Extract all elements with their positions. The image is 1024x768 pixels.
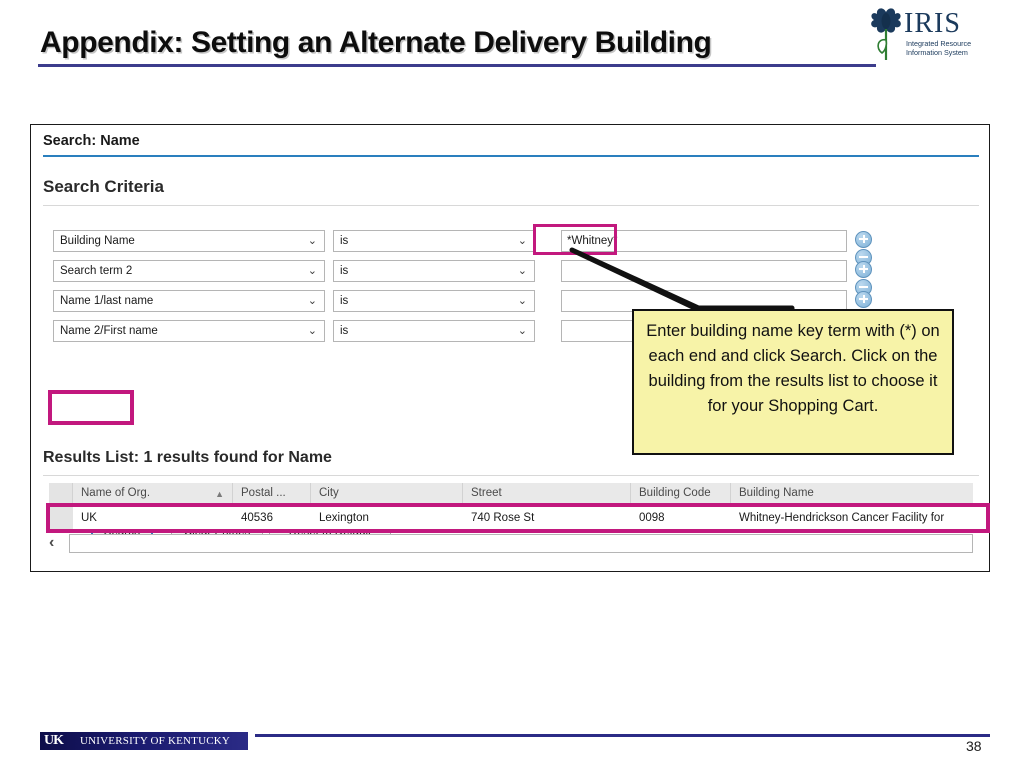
add-row-icon[interactable] bbox=[855, 231, 872, 249]
iris-tagline-line2: Information System bbox=[906, 48, 968, 57]
criteria-operator-label: is bbox=[340, 235, 349, 247]
search-header-divider bbox=[43, 155, 979, 157]
column-header-building-code[interactable]: Building Code bbox=[631, 483, 731, 504]
chevron-down-icon: ⌄ bbox=[517, 235, 527, 247]
criteria-field-label: Name 1/last name bbox=[60, 295, 154, 307]
column-header-street[interactable]: Street bbox=[463, 483, 631, 504]
column-header-postal[interactable]: Postal ... bbox=[233, 483, 311, 504]
criteria-field-select[interactable]: Search term 2 ⌄ bbox=[53, 260, 325, 282]
criteria-operator-select[interactable]: is ⌄ bbox=[333, 320, 535, 342]
iris-tagline-line1: Integrated Resource bbox=[906, 39, 972, 48]
chevron-down-icon: ⌄ bbox=[517, 325, 527, 337]
highlight-box-building-name-value bbox=[533, 224, 617, 255]
criteria-operator-select[interactable]: is ⌄ bbox=[333, 290, 535, 312]
criteria-operator-select[interactable]: is ⌄ bbox=[333, 230, 535, 252]
criteria-operator-label: is bbox=[340, 265, 349, 277]
iris-wordmark: IRIS bbox=[904, 8, 961, 39]
iris-tagline: Integrated Resource Information System bbox=[906, 39, 986, 57]
criteria-operator-select[interactable]: is ⌄ bbox=[333, 260, 535, 282]
footer-divider bbox=[255, 734, 990, 737]
column-header-name-of-org[interactable]: Name of Org. ▲ bbox=[73, 483, 233, 504]
criteria-field-label: Building Name bbox=[60, 235, 135, 247]
chevron-down-icon: ⌄ bbox=[307, 325, 317, 337]
criteria-operator-label: is bbox=[340, 325, 349, 337]
row-selector-header bbox=[49, 483, 73, 504]
criteria-field-select[interactable]: Building Name ⌄ bbox=[53, 230, 325, 252]
criteria-divider bbox=[43, 205, 979, 206]
chevron-down-icon: ⌄ bbox=[307, 295, 317, 307]
iris-logo: IRIS Integrated Resource Information Sys… bbox=[868, 6, 988, 68]
criteria-field-select[interactable]: Name 2/First name ⌄ bbox=[53, 320, 325, 342]
university-of-kentucky-logo: UK UNIVERSITY OF KENTUCKY bbox=[40, 732, 248, 750]
chevron-down-icon: ⌄ bbox=[307, 265, 317, 277]
add-row-icon[interactable] bbox=[855, 291, 872, 309]
criteria-field-label: Search term 2 bbox=[60, 265, 133, 277]
results-list-heading: Results List: 1 results found for Name bbox=[43, 449, 332, 466]
criteria-value-input[interactable] bbox=[561, 260, 847, 282]
chevron-down-icon: ⌄ bbox=[517, 295, 527, 307]
search-criteria-heading: Search Criteria bbox=[43, 177, 164, 196]
iris-flower-icon bbox=[871, 8, 901, 60]
title-underline bbox=[38, 64, 876, 67]
search-panel-header: Search: Name bbox=[43, 133, 140, 149]
column-header-label: Name of Org. bbox=[81, 487, 151, 499]
table-header-row: Name of Org. ▲ Postal ... City Street Bu… bbox=[49, 483, 973, 505]
uk-wordmark: UNIVERSITY OF KENTUCKY bbox=[80, 735, 231, 747]
highlight-box-result-row bbox=[46, 503, 990, 533]
criteria-field-select[interactable]: Name 1/last name ⌄ bbox=[53, 290, 325, 312]
uk-monogram: UK bbox=[44, 733, 64, 748]
criteria-operator-label: is bbox=[340, 295, 349, 307]
page-number: 38 bbox=[966, 738, 982, 754]
column-header-building-name[interactable]: Building Name bbox=[731, 483, 973, 504]
instruction-callout: Enter building name key term with (*) on… bbox=[632, 309, 954, 455]
results-divider bbox=[43, 475, 979, 476]
horizontal-scrollbar[interactable] bbox=[69, 534, 973, 553]
scroll-left-icon[interactable]: ‹ bbox=[49, 533, 54, 553]
page-title: Appendix: Setting an Alternate Delivery … bbox=[40, 26, 712, 59]
chevron-down-icon: ⌄ bbox=[307, 235, 317, 247]
criteria-field-label: Name 2/First name bbox=[60, 325, 158, 337]
column-header-city[interactable]: City bbox=[311, 483, 463, 504]
chevron-down-icon: ⌄ bbox=[517, 265, 527, 277]
sort-ascending-icon: ▲ bbox=[215, 489, 224, 499]
horizontal-scroll-strip: ‹ bbox=[49, 533, 973, 555]
add-row-icon[interactable] bbox=[855, 261, 872, 279]
highlight-box-search-button bbox=[48, 390, 134, 425]
